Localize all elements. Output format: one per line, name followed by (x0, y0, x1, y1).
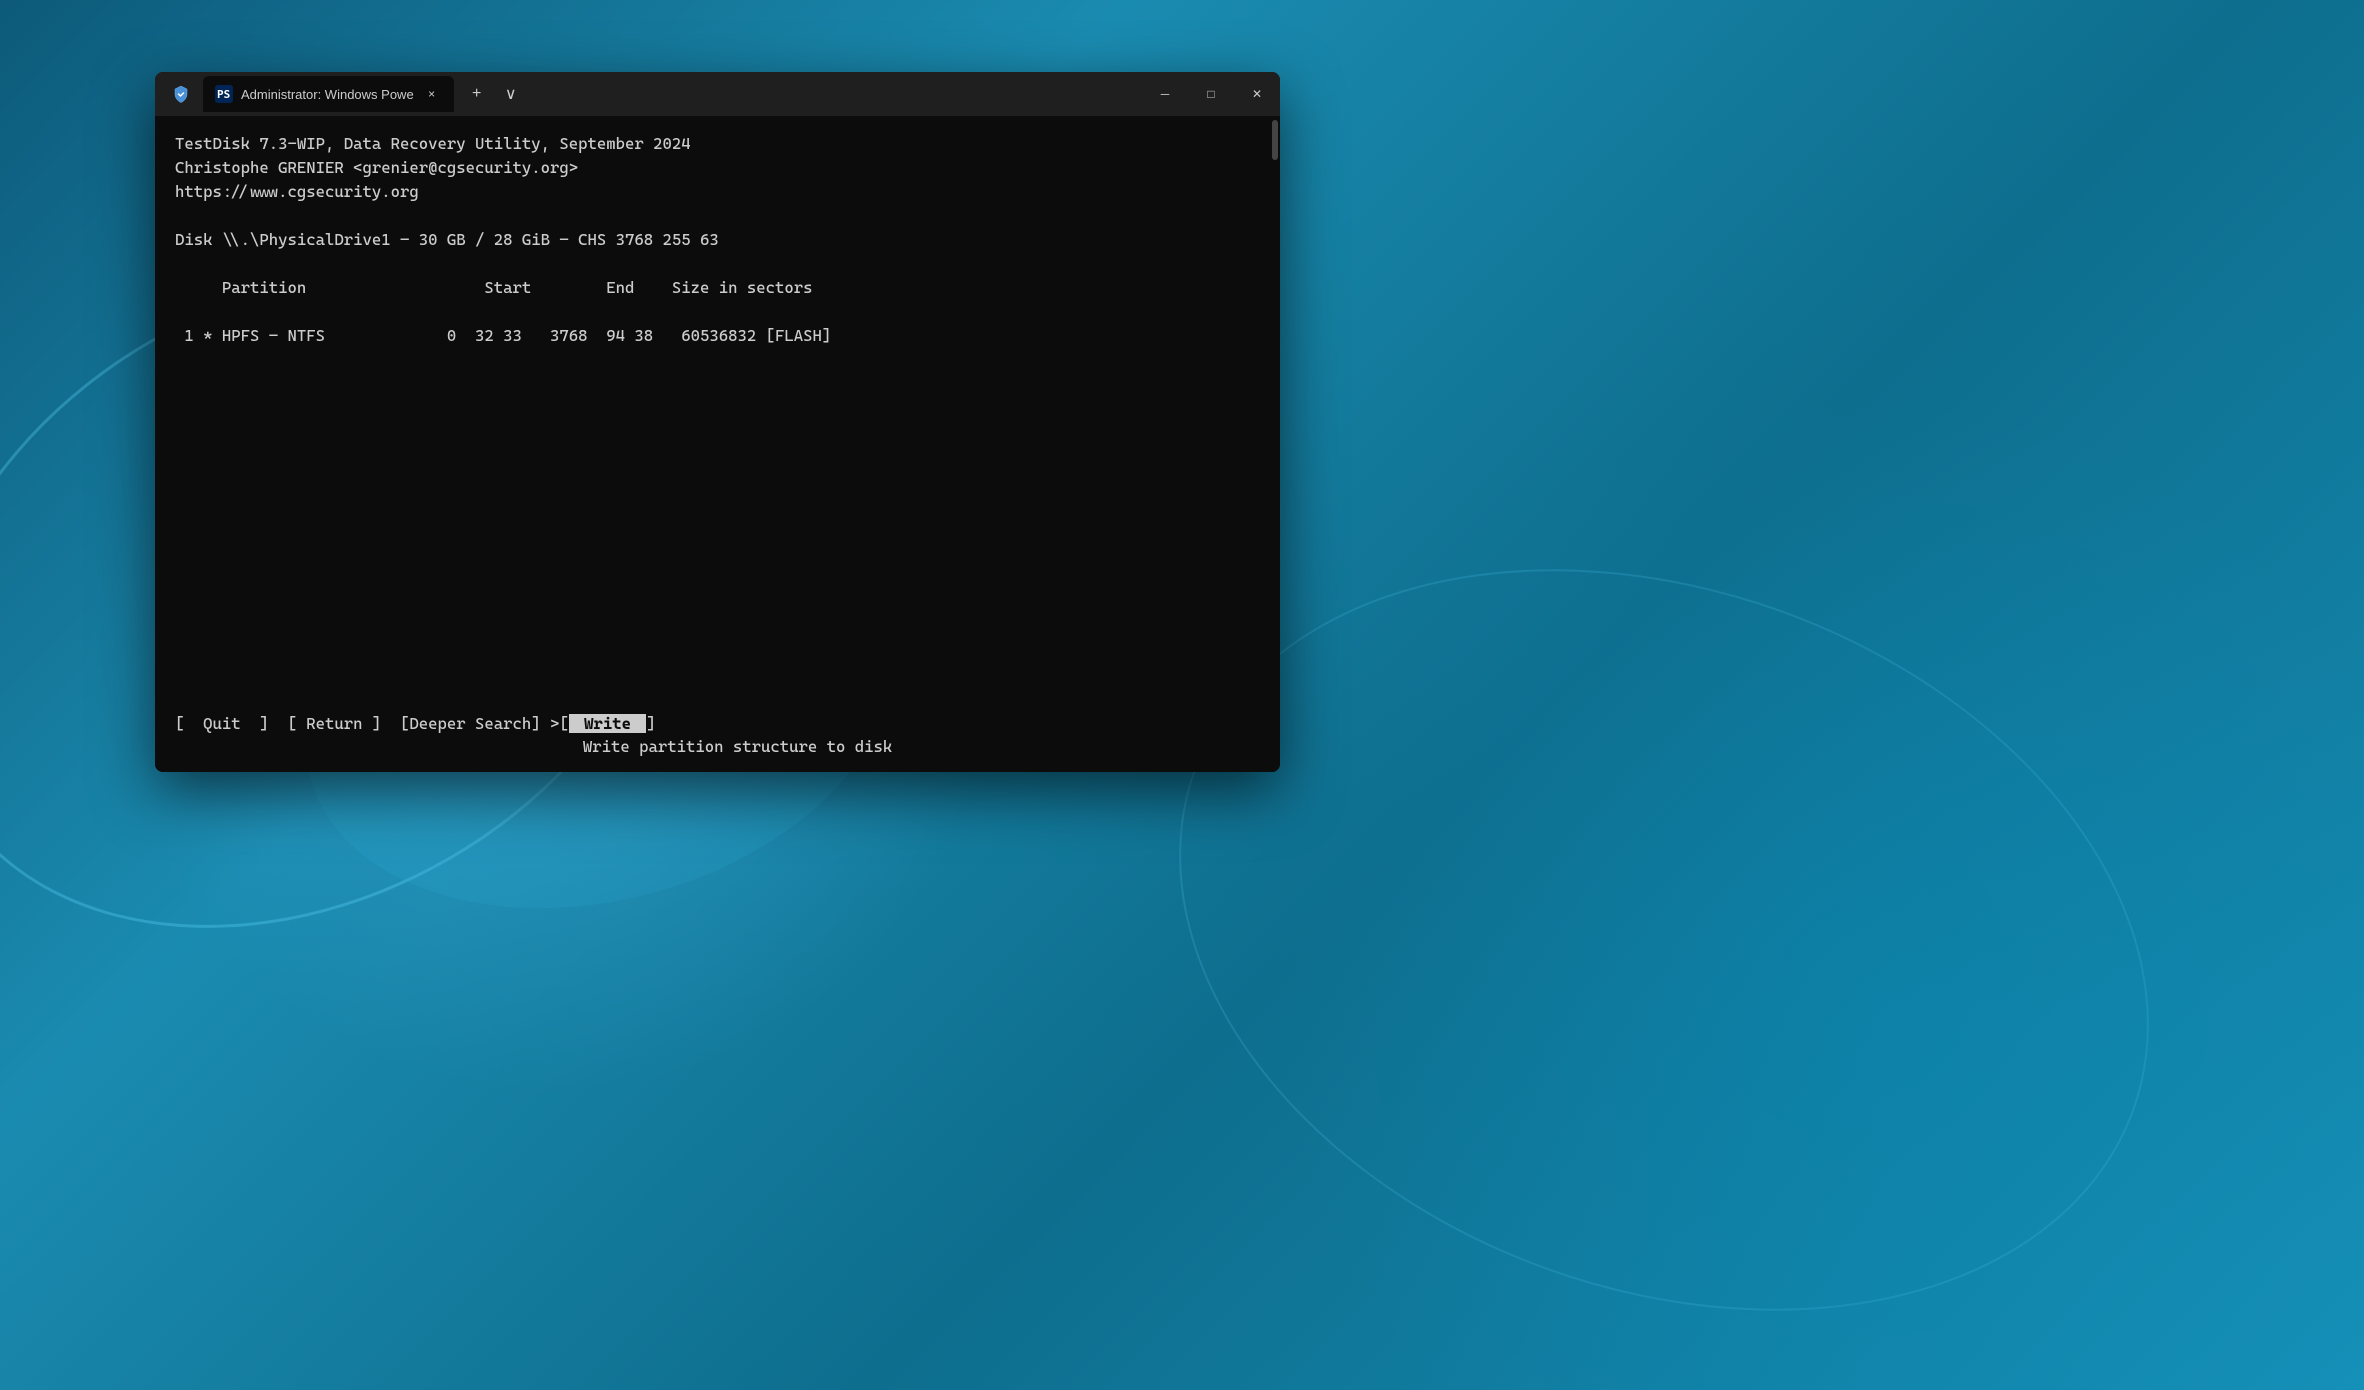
terminal-window: PS Administrator: Windows Powe × + ∨ ─ □… (155, 72, 1280, 772)
action-buttons-line: [ Quit ] [ Return ] [Deeper Search] >[ W… (175, 714, 1260, 733)
write-bracket-close: ] (646, 714, 655, 733)
quit-return-deepsearch-label: [ Quit ] [ Return ] [Deeper Search] >[ (175, 714, 569, 733)
terminal-line-partition: 1 * HPFS – NTFS 0 32 33 3768 94 38 60536… (175, 324, 1260, 348)
terminal-line-header: Partition Start End Size in sectors (175, 276, 1260, 300)
write-button[interactable]: Write (569, 714, 647, 733)
write-description: Write partition structure to disk (175, 737, 1260, 756)
tab-title: Administrator: Windows Powe (241, 87, 414, 102)
window-controls: ─ □ ✕ (1142, 72, 1280, 116)
bottom-action-bar: [ Quit ] [ Return ] [Deeper Search] >[ W… (155, 702, 1280, 772)
new-tab-button[interactable]: + (462, 79, 492, 109)
tab-actions: + ∨ (454, 79, 534, 109)
terminal-line-2: Christophe GRENIER <grenier@cgsecurity.o… (175, 156, 1260, 180)
terminal-line-5: Disk \\.\PhysicalDrive1 – 30 GB / 28 GiB… (175, 228, 1260, 252)
scrollbar-track[interactable] (1270, 116, 1278, 702)
maximize-button[interactable]: □ (1188, 72, 1234, 116)
scrollbar-thumb[interactable] (1272, 120, 1278, 160)
terminal-line-8 (175, 300, 1260, 324)
titlebar: PS Administrator: Windows Powe × + ∨ ─ □… (155, 72, 1280, 116)
dropdown-button[interactable]: ∨ (496, 79, 526, 109)
terminal-output: TestDisk 7.3-WIP, Data Recovery Utility,… (155, 116, 1280, 702)
minimize-button[interactable]: ─ (1142, 72, 1188, 116)
terminal-line-1: TestDisk 7.3-WIP, Data Recovery Utility,… (175, 132, 1260, 156)
titlebar-left: PS Administrator: Windows Powe × + ∨ (155, 76, 1142, 112)
close-button[interactable]: ✕ (1234, 72, 1280, 116)
active-tab[interactable]: PS Administrator: Windows Powe × (203, 76, 454, 112)
powershell-icon: PS (215, 85, 233, 103)
terminal-line-4 (175, 204, 1260, 228)
terminal-line-6 (175, 252, 1260, 276)
close-tab-button[interactable]: × (422, 84, 442, 104)
svg-text:PS: PS (217, 88, 230, 101)
windows-terminal-icon (167, 80, 195, 108)
terminal-line-3: https://www.cgsecurity.org (175, 180, 1260, 204)
